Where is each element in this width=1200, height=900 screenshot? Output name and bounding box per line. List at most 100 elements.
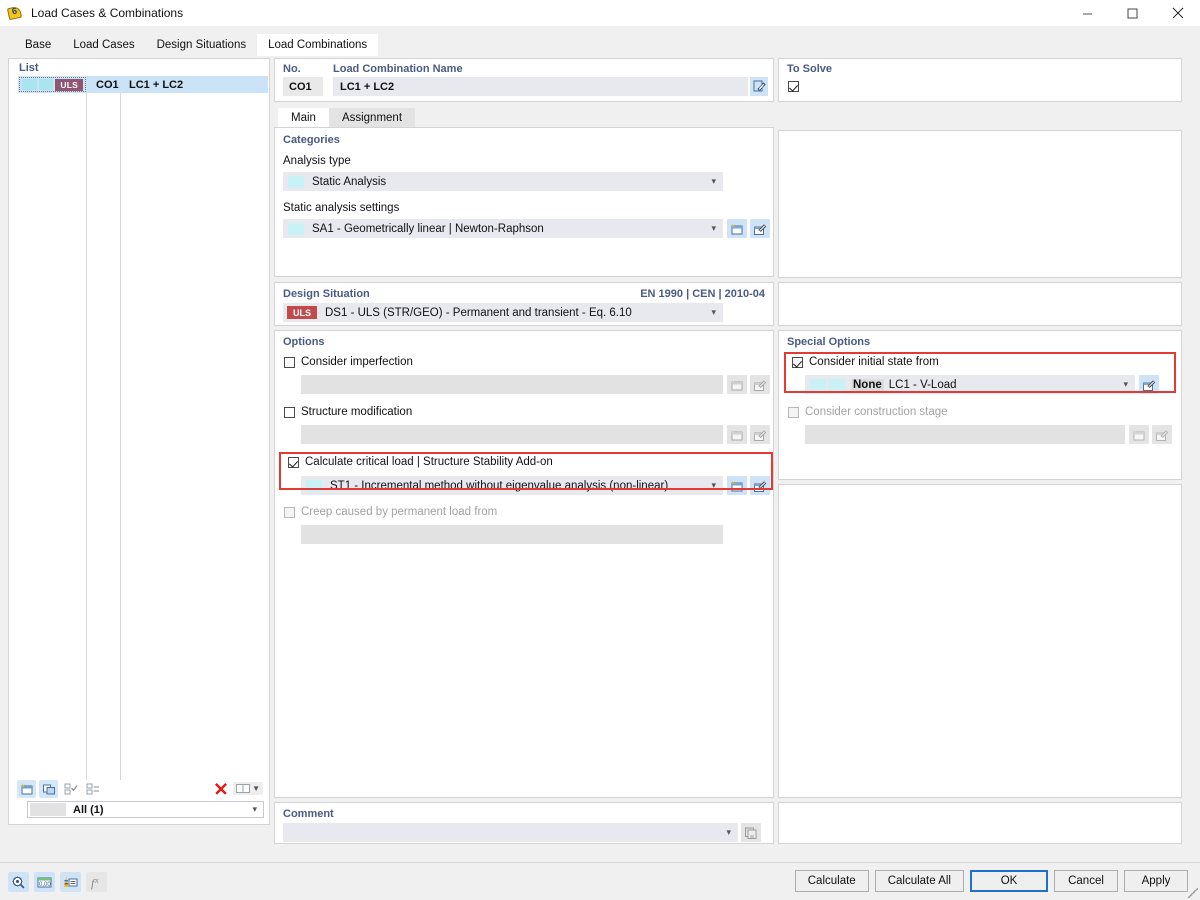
design-situation-title: Design Situation	[283, 288, 370, 300]
tab-base[interactable]: Base	[14, 34, 62, 56]
window-title: Load Cases & Combinations	[31, 6, 183, 20]
combination-header-box: No. Load Combination Name CO1 LC1 + LC2	[274, 58, 774, 102]
clipboard-icon[interactable]	[741, 823, 761, 842]
analysis-type-select[interactable]: Static Analysis ▾	[283, 172, 723, 191]
chevron-down-icon: ▾	[726, 827, 731, 838]
chevron-down-icon: ▾	[711, 307, 716, 318]
combinations-grid[interactable]: ULS CO1 LC1 + LC2	[18, 76, 268, 780]
new-combination-icon[interactable]	[17, 780, 36, 798]
structure-modification-label: Structure modification	[301, 406, 412, 418]
dialog-load-cases-combinations: 6 Load Cases & Combinations Base Load Ca…	[0, 0, 1200, 900]
consider-initial-state-checkbox[interactable]	[792, 357, 803, 368]
edit-imperfection-icon[interactable]	[750, 375, 770, 394]
initial-state-select[interactable]: None LC1 - V-Load ▾	[805, 375, 1135, 394]
edit-icon[interactable]	[750, 77, 768, 96]
structure-modification-select[interactable]	[301, 425, 723, 444]
chevron-down-icon: ▾	[711, 176, 716, 187]
imperfection-select[interactable]	[301, 375, 723, 394]
tab-design-situations[interactable]: Design Situations	[146, 34, 258, 56]
consider-construction-stage-row[interactable]: Consider construction stage	[788, 406, 948, 418]
list-filter-value: All (1)	[73, 804, 104, 816]
no-label: No.	[283, 63, 301, 75]
new-modification-icon[interactable]	[727, 425, 747, 444]
copy-combination-icon[interactable]	[39, 780, 58, 798]
static-settings-value: SA1 - Geometrically linear | Newton-Raph…	[312, 223, 544, 235]
display-properties-icon[interactable]	[60, 872, 81, 892]
right-mid-panel	[778, 282, 1182, 326]
stability-settings-select[interactable]: ST1 - Incremental method without eigenva…	[301, 476, 723, 495]
new-stability-icon[interactable]	[727, 476, 747, 495]
edit-stability-icon[interactable]	[750, 476, 770, 495]
static-settings-label: Static analysis settings	[283, 202, 399, 214]
consider-construction-stage-checkbox[interactable]	[788, 407, 799, 418]
resize-grip[interactable]	[1188, 888, 1198, 898]
construction-stage-select	[805, 425, 1125, 444]
delete-icon[interactable]	[211, 780, 230, 798]
comment-label: Comment	[283, 808, 334, 820]
svg-text:x: x	[94, 876, 99, 885]
chevron-down-icon: ▾	[252, 804, 257, 815]
right-bottom-panel	[778, 802, 1182, 844]
columns-icon[interactable]: ▼	[233, 782, 263, 795]
svg-text:0,00: 0,00	[39, 882, 51, 888]
consider-imperfection-row[interactable]: Consider imperfection	[284, 356, 413, 368]
table-row[interactable]: ULS CO1 LC1 + LC2	[18, 76, 268, 93]
initial-state-prefix: None	[851, 379, 884, 391]
combination-no-field[interactable]: CO1	[283, 77, 323, 96]
tab-load-cases[interactable]: Load Cases	[62, 34, 145, 56]
structure-modification-row[interactable]: Structure modification	[284, 406, 412, 418]
to-solve-checkbox[interactable]	[788, 81, 799, 92]
initial-state-swatch-2-icon	[829, 379, 845, 391]
tab-load-combinations[interactable]: Load Combinations	[257, 34, 378, 56]
stability-settings-value: ST1 - Incremental method without eigenva…	[330, 480, 668, 492]
tab-main[interactable]: Main	[278, 108, 329, 127]
edit-settings-icon[interactable]	[750, 219, 770, 238]
consider-imperfection-checkbox[interactable]	[284, 357, 295, 368]
categories-title: Categories	[283, 134, 340, 146]
edit-stage-icon[interactable]	[1152, 425, 1172, 444]
chevron-down-icon: ▾	[711, 223, 716, 234]
new-stage-icon[interactable]	[1129, 425, 1149, 444]
calculate-button[interactable]: Calculate	[795, 870, 869, 892]
design-situation-badge: ULS	[287, 306, 317, 319]
design-situation-select[interactable]: ULS DS1 - ULS (STR/GEO) - Permanent and …	[283, 303, 723, 322]
analysis-type-swatch-icon	[288, 176, 304, 188]
formula-icon[interactable]: fx	[86, 872, 107, 892]
structure-modification-checkbox[interactable]	[284, 407, 295, 418]
ok-button[interactable]: OK	[970, 870, 1048, 892]
analysis-type-label: Analysis type	[283, 155, 351, 167]
analysis-type-value: Static Analysis	[312, 176, 386, 188]
cancel-button[interactable]: Cancel	[1054, 870, 1118, 892]
dialog-buttons: Calculate Calculate All OK Cancel Apply	[795, 870, 1188, 892]
calculate-critical-load-checkbox[interactable]	[288, 457, 299, 468]
calculate-critical-load-row[interactable]: Calculate critical load | Structure Stab…	[288, 456, 553, 468]
list-filter-select[interactable]: All (1) ▾	[27, 801, 264, 818]
to-solve-box: To Solve	[778, 58, 1182, 102]
row-name: LC1 + LC2	[129, 79, 183, 91]
edit-initial-state-icon[interactable]	[1139, 375, 1159, 394]
comment-input[interactable]: ▾	[283, 823, 738, 842]
status-badge: ULS	[55, 79, 83, 91]
consider-initial-state-row[interactable]: Consider initial state from	[792, 356, 939, 368]
new-settings-icon[interactable]	[727, 219, 747, 238]
close-icon[interactable]	[1155, 0, 1200, 26]
calculate-all-button[interactable]: Calculate All	[875, 870, 964, 892]
units-icon[interactable]: 0,00	[34, 872, 55, 892]
stability-swatch-icon	[306, 480, 322, 492]
creep-row[interactable]: Creep caused by permanent load from	[284, 506, 497, 518]
new-imperfection-icon[interactable]	[727, 375, 747, 394]
apply-button[interactable]: Apply	[1124, 870, 1188, 892]
options-title: Options	[283, 336, 325, 348]
combination-name-input[interactable]: LC1 + LC2	[333, 77, 748, 96]
find-icon[interactable]	[8, 872, 29, 892]
deselect-icon[interactable]	[83, 780, 102, 798]
edit-modification-icon[interactable]	[750, 425, 770, 444]
minimize-icon[interactable]	[1065, 0, 1110, 26]
creep-checkbox[interactable]	[284, 507, 295, 518]
tab-assignment[interactable]: Assignment	[329, 108, 415, 127]
select-all-icon[interactable]	[61, 780, 80, 798]
maximize-icon[interactable]	[1110, 0, 1155, 26]
right-upper-panel	[778, 130, 1182, 278]
static-settings-select[interactable]: SA1 - Geometrically linear | Newton-Raph…	[283, 219, 723, 238]
row-indicator-cell: ULS	[19, 77, 86, 92]
